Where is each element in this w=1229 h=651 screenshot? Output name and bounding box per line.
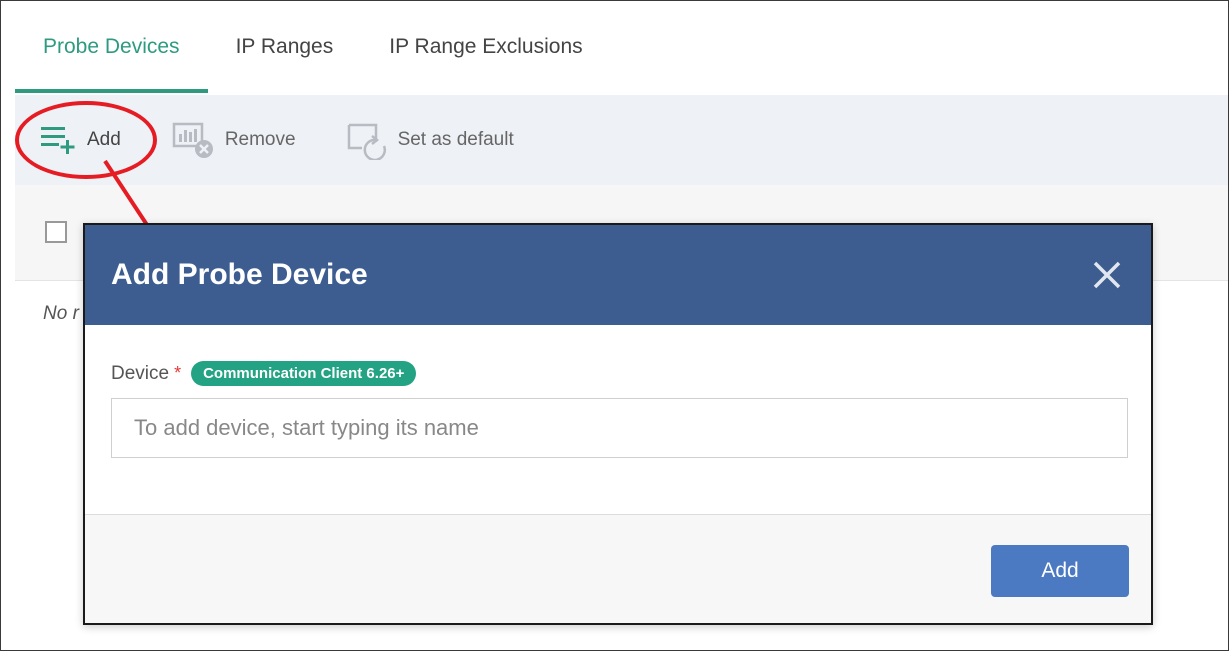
device-label: Device (111, 362, 170, 384)
toolbar: Add Remove Set as default (15, 95, 1228, 185)
required-marker: * (174, 363, 182, 383)
device-search-input[interactable] (111, 398, 1128, 458)
page-frame: Probe Devices IP Ranges IP Range Exclusi… (0, 0, 1229, 651)
set-as-default-label: Set as default (397, 129, 514, 150)
tab-bar: Probe Devices IP Ranges IP Range Exclusi… (15, 1, 1228, 93)
tab-ip-ranges[interactable]: IP Ranges (208, 1, 362, 93)
select-all-checkbox[interactable] (45, 221, 67, 243)
tab-probe-devices[interactable]: Probe Devices (15, 1, 208, 93)
device-label-row: Device * Communication Client 6.26+ (111, 361, 1125, 386)
remove-button-label: Remove (224, 129, 296, 150)
set-as-default-button[interactable]: Set as default (346, 120, 514, 160)
dialog-title: Add Probe Device (111, 258, 368, 291)
annotation-circle (15, 101, 157, 179)
remove-device-icon (171, 120, 215, 160)
close-icon (1093, 261, 1121, 289)
dialog-footer: Add (85, 515, 1151, 623)
dialog-body: Device * Communication Client 6.26+ (85, 325, 1151, 515)
dialog-header: Add Probe Device (85, 225, 1151, 325)
submit-add-button[interactable]: Add (991, 545, 1129, 597)
set-default-icon (346, 120, 388, 160)
tab-ip-range-exclusions[interactable]: IP Range Exclusions (361, 1, 610, 93)
version-badge: Communication Client 6.26+ (191, 361, 417, 386)
empty-table-text: No r (43, 303, 79, 324)
remove-button[interactable]: Remove (171, 120, 296, 160)
add-probe-device-dialog: Add Probe Device Device * Communication … (83, 223, 1153, 625)
close-button[interactable] (1087, 255, 1127, 295)
